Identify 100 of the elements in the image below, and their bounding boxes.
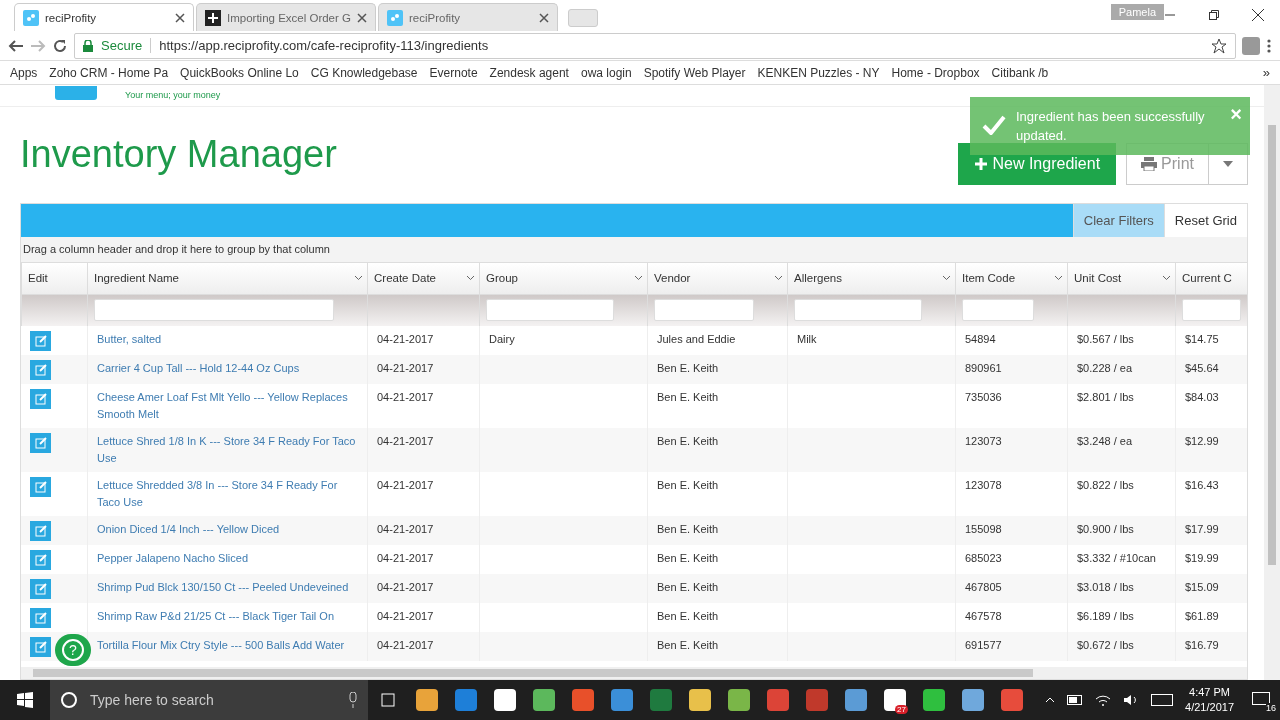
app-icon (387, 9, 403, 26)
table-cell: Ben E. Keith (657, 434, 719, 447)
table-cell: Jules and Eddie (657, 332, 736, 345)
bookmark[interactable]: Home - Dropbox (891, 65, 980, 80)
windows-icon (17, 692, 33, 708)
ingredient-link[interactable]: Butter, salted (87, 325, 367, 355)
star-icon[interactable] (1211, 37, 1227, 54)
check-icon (982, 115, 1006, 135)
chevron-icon[interactable] (942, 275, 951, 282)
table-cell: $15.09 (1185, 580, 1219, 593)
scrollbar[interactable] (1268, 125, 1276, 565)
bookmark[interactable]: KENKEN Puzzles - NY (757, 65, 880, 80)
scrollbar[interactable] (33, 669, 1033, 677)
table-cell: $2.801 / lbs (1077, 390, 1134, 403)
bookmark[interactable]: Zendesk agent (489, 65, 569, 80)
browser-tab[interactable]: reciProfity (378, 3, 558, 31)
edit-button[interactable] (30, 476, 51, 497)
edit-button[interactable] (30, 607, 51, 628)
chevron-icon[interactable] (774, 275, 783, 282)
column-header[interactable]: Current C (1175, 262, 1247, 294)
column-header[interactable]: Edit (21, 262, 87, 294)
table-cell: Ben E. Keith (657, 638, 719, 651)
more-bookmarks[interactable]: » (1262, 65, 1270, 80)
filter-field[interactable] (794, 299, 922, 322)
bookmark[interactable]: Citibank /b (991, 65, 1049, 80)
edit-icon (34, 524, 47, 537)
ingredient-link[interactable]: Onion Diced 1/4 Inch --- Yellow Diced (87, 515, 367, 545)
bookmark[interactable]: Apps (10, 65, 38, 80)
close-icon[interactable] (175, 12, 185, 23)
grid-action-button[interactable]: Clear Filters (1072, 203, 1164, 237)
column-header[interactable]: Vendor (647, 262, 787, 294)
chevron-icon[interactable] (1054, 275, 1063, 282)
menu-icon[interactable] (1266, 37, 1272, 54)
chevron-icon[interactable] (354, 275, 363, 282)
taskbar-search[interactable]: Type here to search (50, 680, 368, 720)
table-cell: $16.43 (1185, 478, 1219, 491)
ingredient-link[interactable]: Cheese Amer Loaf Fst Mlt Yello --- Yellow Replaces Smooth Melt (87, 383, 367, 428)
chevron-icon[interactable] (634, 275, 643, 282)
ingredient-link[interactable]: Shrimp Raw P&d 21/25 Ct --- Black Tiger Tail On (87, 602, 367, 632)
ingredient-link[interactable]: Carrier 4 Cup Tall --- Hold 12-44 Oz Cups (87, 354, 367, 384)
address-bar[interactable]: Secure https://app.reciprofity.com/cafe-reciprofity-113/ingredients (74, 32, 1236, 59)
edit-button[interactable] (30, 549, 51, 570)
column-header[interactable]: Allergens (787, 262, 955, 294)
extension-icon[interactable] (1242, 36, 1260, 55)
bookmark[interactable]: CG Knowledgebase (310, 65, 418, 80)
column-header[interactable]: Create Date (367, 262, 479, 294)
browser-tab[interactable]: Importing Excel Order G (196, 3, 376, 31)
bookmark[interactable]: QuickBooks Online Lo (180, 65, 299, 80)
table-cell: $45.64 (1185, 361, 1219, 374)
edit-icon (34, 553, 47, 566)
bookmark[interactable]: Zoho CRM - Home Pa (49, 65, 169, 80)
bookmark[interactable]: Evernote (429, 65, 478, 80)
bookmark[interactable]: owa login (580, 65, 632, 80)
plus-icon (974, 156, 989, 171)
column-header[interactable]: Group (479, 262, 647, 294)
filter-field[interactable] (94, 299, 334, 322)
table-cell: 467578 (965, 609, 1002, 622)
column-header[interactable]: Unit Cost (1067, 262, 1175, 294)
ingredient-link[interactable]: Lettuce Shred 1/8 In K --- Store 34 F Ready For Taco Use (87, 427, 367, 472)
wifi-icon[interactable] (1095, 694, 1112, 706)
ingredient-link[interactable]: Lettuce Shredded 3/8 In --- Store 34 F Ready For Taco Use (87, 471, 367, 516)
close-icon[interactable] (539, 12, 549, 23)
column-header[interactable]: Item Code (955, 262, 1067, 294)
filter-field[interactable] (486, 299, 614, 322)
edit-button[interactable] (30, 330, 51, 351)
search-input[interactable]: Type here to search (88, 691, 338, 709)
notification-button[interactable]: 16 (1246, 685, 1276, 715)
chevron-icon[interactable] (466, 275, 475, 282)
table-cell: 04-21-2017 (377, 332, 434, 345)
table-cell: 155098 (965, 522, 1002, 535)
edit-icon (34, 436, 47, 449)
table-cell: 123078 (965, 478, 1002, 491)
back-icon[interactable] (8, 37, 24, 54)
ingredient-link[interactable]: Pepper Jalapeno Nacho Sliced (87, 544, 367, 574)
close-icon[interactable] (357, 12, 367, 23)
filter-field[interactable] (1182, 299, 1241, 322)
table-cell: 04-21-2017 (377, 609, 434, 622)
filter-field[interactable] (962, 299, 1034, 322)
grid-action-button[interactable]: Reset Grid (1163, 203, 1247, 237)
chevron-up-icon[interactable] (1045, 697, 1056, 703)
reload-icon[interactable] (52, 37, 68, 54)
group-hint: Drag a column header and drop it here to group by that column (21, 236, 1247, 263)
clock[interactable]: 4:47 PM 4/21/2017 (1185, 685, 1234, 715)
printer-icon (1141, 156, 1158, 171)
ingredient-link[interactable]: Shrimp Pud Blck 130/150 Ct --- Peeled Undeveined (87, 573, 367, 603)
keyboard-icon[interactable] (1151, 694, 1174, 706)
bookmark[interactable]: Spotify Web Player (643, 65, 746, 80)
microphone-icon[interactable] (348, 692, 358, 708)
table-cell: $19.99 (1185, 551, 1219, 564)
filter-field[interactable] (654, 299, 754, 322)
browser-tab[interactable]: reciProfity (14, 3, 194, 31)
edit-button[interactable] (30, 388, 51, 409)
chevron-icon[interactable] (1162, 275, 1171, 282)
edit-icon (34, 334, 47, 347)
column-header[interactable]: Ingredient Name (87, 262, 367, 294)
plus-icon (205, 9, 221, 26)
table-cell: $17.99 (1185, 522, 1219, 535)
table-cell: Ben E. Keith (657, 478, 719, 491)
table-cell: $3.332 / #10can (1077, 551, 1156, 564)
battery-icon[interactable] (1067, 695, 1084, 705)
